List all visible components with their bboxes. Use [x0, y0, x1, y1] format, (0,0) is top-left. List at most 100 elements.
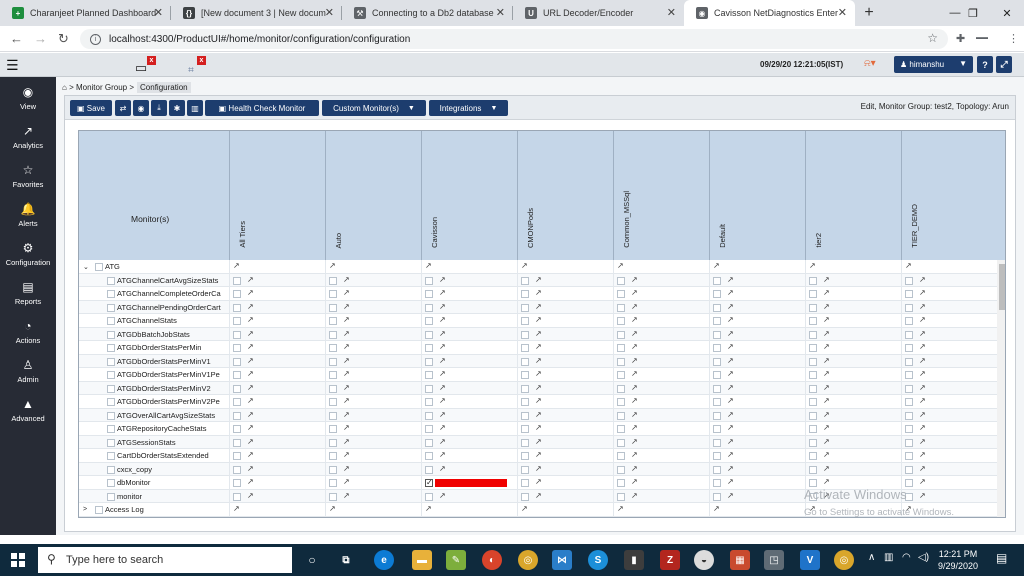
dashboard-screen-button[interactable]: ⌗ x — [178, 56, 206, 76]
tier-checkbox[interactable] — [329, 398, 337, 406]
tier-checkbox[interactable] — [233, 344, 241, 352]
external-link-icon[interactable]: ↗ — [247, 423, 254, 432]
row-checkbox[interactable] — [107, 398, 115, 406]
volume-icon[interactable]: ◁) — [918, 552, 929, 563]
external-link-icon[interactable]: ↗ — [919, 329, 926, 338]
tier-checkbox[interactable] — [521, 398, 529, 406]
tier-checkbox[interactable] — [809, 330, 817, 339]
external-link-icon[interactable]: ↗ — [329, 504, 336, 513]
column-header[interactable]: Auto — [325, 131, 421, 260]
tier-checkbox[interactable] — [521, 317, 529, 325]
external-link-icon[interactable]: ↗ — [631, 464, 638, 473]
tier-checkbox[interactable] — [425, 371, 433, 379]
external-link-icon[interactable]: ↗ — [521, 261, 528, 270]
external-link-icon[interactable]: ↗ — [247, 329, 254, 338]
tier-checkbox[interactable] — [713, 465, 721, 474]
external-link-icon[interactable]: ↗ — [535, 315, 542, 324]
tier-checkbox[interactable] — [425, 317, 433, 325]
external-link-icon[interactable]: ↗ — [247, 410, 254, 419]
external-link-icon[interactable]: ↗ — [343, 288, 350, 297]
external-link-icon[interactable]: ↗ — [727, 288, 734, 297]
site-info-icon[interactable]: i — [90, 33, 101, 45]
tier-checkbox[interactable] — [233, 411, 241, 420]
tier-checkbox[interactable] — [617, 344, 625, 352]
filezilla-icon[interactable]: Z — [660, 550, 680, 570]
tier-checkbox[interactable] — [713, 452, 721, 460]
row-checkbox[interactable] — [107, 276, 115, 285]
external-link-icon[interactable]: ↗ — [631, 410, 638, 419]
tier-checkbox[interactable] — [329, 371, 337, 379]
external-link-icon[interactable]: ↗ — [343, 450, 350, 459]
external-link-icon[interactable]: ↗ — [905, 261, 912, 270]
tier-checkbox[interactable] — [809, 398, 817, 406]
external-link-icon[interactable]: ↗ — [535, 450, 542, 459]
row-checkbox[interactable] — [107, 425, 115, 433]
external-link-icon[interactable]: ↗ — [919, 288, 926, 297]
row-checkbox[interactable] — [107, 384, 115, 393]
tier-checkbox[interactable] — [809, 344, 817, 352]
row-checkbox[interactable] — [107, 411, 115, 420]
column-header[interactable]: CMONPods — [517, 131, 613, 260]
tier-checkbox[interactable] — [329, 330, 337, 339]
external-link-icon[interactable]: ↗ — [535, 342, 542, 351]
tier-checkbox[interactable] — [905, 276, 913, 285]
external-link-icon[interactable]: ↗ — [631, 437, 638, 446]
row-checkbox[interactable] — [107, 303, 115, 312]
tier-checkbox[interactable] — [809, 303, 817, 312]
external-link-icon[interactable]: ↗ — [631, 491, 638, 500]
external-link-icon[interactable]: ↗ — [329, 261, 336, 270]
row-checkbox[interactable] — [107, 344, 115, 352]
browser-tab[interactable]: + Charanjeet Planned Dashboard ✕ — [0, 0, 171, 26]
wifi-icon[interactable]: ◠ — [902, 552, 911, 563]
task-view-icon[interactable]: ⧉ — [336, 550, 356, 570]
external-link-icon[interactable]: ↗ — [247, 450, 254, 459]
tier-checkbox[interactable] — [713, 425, 721, 433]
health-check-monitor-button[interactable]: ▣ Health Check Monitor — [205, 100, 319, 116]
external-link-icon[interactable]: ↗ — [823, 315, 830, 324]
external-link-icon[interactable]: ↗ — [919, 396, 926, 405]
help-icon[interactable]: ? — [977, 56, 993, 73]
tier-checkbox[interactable] — [617, 303, 625, 312]
tier-checkbox[interactable] — [905, 371, 913, 379]
external-link-icon[interactable]: ↗ — [727, 396, 734, 405]
external-link-icon[interactable]: ↗ — [535, 288, 542, 297]
tier-checkbox[interactable] — [425, 276, 433, 285]
external-link-icon[interactable]: ↗ — [919, 275, 926, 284]
tier-checkbox[interactable] — [617, 465, 625, 474]
tier-checkbox[interactable] — [713, 479, 721, 487]
tier-checkbox[interactable] — [329, 425, 337, 433]
taskbar-search[interactable]: ⚲ Type here to search — [38, 547, 292, 573]
tier-checkbox[interactable] — [617, 317, 625, 325]
tier-checkbox[interactable] — [617, 411, 625, 420]
external-link-icon[interactable]: ↗ — [919, 383, 926, 392]
toggle-button[interactable]: ⇄ — [115, 100, 131, 116]
taskbar-clock[interactable]: 12:21 PM 9/29/2020 — [938, 548, 978, 572]
download-button[interactable]: ⤓ — [151, 100, 167, 116]
bookmark-star-icon[interactable]: ☆ — [927, 31, 938, 45]
external-link-icon[interactable]: ↗ — [535, 437, 542, 446]
external-link-icon[interactable]: ↗ — [247, 383, 254, 392]
external-link-icon[interactable]: ↗ — [439, 275, 446, 284]
browser-menu-icon[interactable]: ⋮ — [1008, 32, 1019, 45]
external-link-icon[interactable]: ↗ — [823, 275, 830, 284]
close-tab-icon[interactable]: ✕ — [154, 6, 163, 19]
external-link-icon[interactable]: ↗ — [439, 396, 446, 405]
tier-checkbox[interactable] — [617, 290, 625, 298]
tier-checkbox[interactable] — [329, 290, 337, 298]
column-header[interactable]: All Tiers — [229, 131, 325, 260]
external-link-icon[interactable]: ↗ — [521, 518, 528, 519]
external-link-icon[interactable]: ↗ — [823, 464, 830, 473]
back-arrow-icon[interactable]: ← — [10, 31, 23, 46]
network-icon[interactable]: ▥ — [884, 552, 893, 563]
external-link-icon[interactable]: ↗ — [631, 383, 638, 392]
tier-checkbox[interactable] — [713, 330, 721, 339]
external-link-icon[interactable]: ↗ — [823, 329, 830, 338]
cortana-icon[interactable]: ○ — [302, 550, 322, 570]
tier-checkbox[interactable] — [617, 276, 625, 285]
external-link-icon[interactable]: ↗ — [823, 450, 830, 459]
tier-checkbox[interactable] — [425, 465, 433, 474]
sidebar-item-advanced[interactable]: ▲ Advanced — [0, 391, 56, 429]
tier-checkbox[interactable]: ✓ — [425, 479, 433, 487]
external-link-icon[interactable]: ↗ — [425, 261, 432, 270]
external-link-icon[interactable]: ↗ — [617, 504, 624, 513]
